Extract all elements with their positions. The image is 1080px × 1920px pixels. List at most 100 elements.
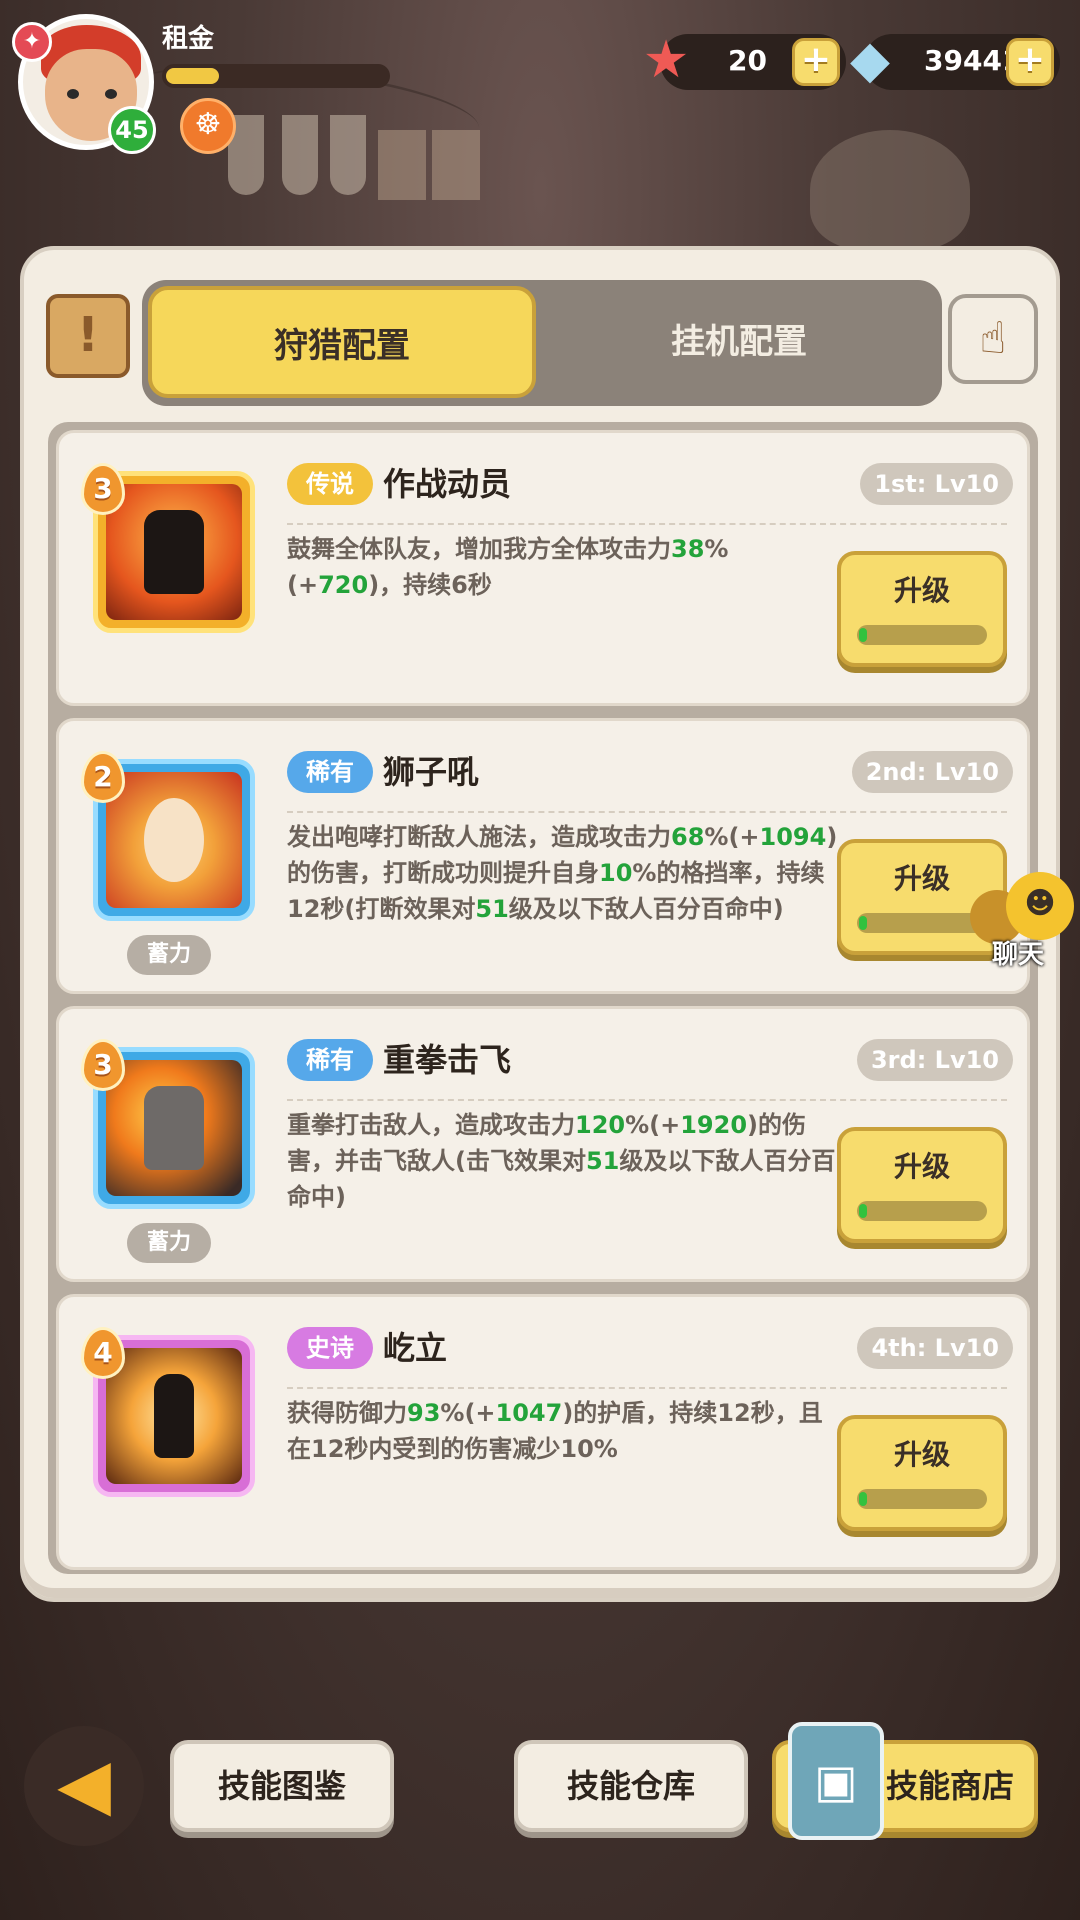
avatar-eye: [67, 89, 79, 99]
xp-bar: [162, 64, 390, 88]
buff-status-icon[interactable]: ☸: [180, 98, 236, 154]
player-name: 租金: [162, 24, 215, 54]
tap-guide-icon[interactable]: ☝: [948, 294, 1038, 384]
desc-text: 重拳打击敌人，造成攻击力: [287, 1111, 575, 1139]
divider: [287, 811, 1007, 813]
upgrade-progress-bar: [857, 625, 987, 645]
skill-name: 重拳击飞: [383, 1041, 512, 1079]
desc-value: 1047: [495, 1399, 563, 1427]
skill-card[interactable]: 3 蓄力 稀有 重拳击飞 3rd: Lv10 重拳打击敌人，造成攻击力120%(…: [56, 1006, 1030, 1282]
skill-description: 鼓舞全体队友，增加我方全体攻击力38%(+720)，持续6秒: [287, 531, 841, 603]
rarity-badge: 史诗: [287, 1327, 373, 1369]
config-tabs: 狩猎配置 挂机配置: [142, 280, 942, 406]
skill-figure: [144, 798, 204, 882]
charge-tag: 蓄力: [127, 1223, 211, 1263]
skill-name: 作战动员: [383, 465, 512, 503]
divider: [287, 523, 1007, 525]
upgrade-progress-fill: [859, 1204, 867, 1218]
skill-codex-button[interactable]: 技能图鉴: [170, 1740, 394, 1832]
starfish-icon: ★: [642, 30, 690, 90]
rarity-badge: 稀有: [287, 751, 373, 793]
tab-hunt-config[interactable]: 狩猎配置: [148, 286, 536, 398]
skill-name: 狮子吼: [383, 753, 480, 791]
skill-description: 获得防御力93%(+1047)的护盾，持续12秒，且在12秒内受到的伤害减少10…: [287, 1395, 841, 1467]
charge-tag: 蓄力: [127, 935, 211, 975]
skill-art-heavy-punch: [106, 1060, 242, 1196]
skill-art-stand-firm: [106, 1348, 242, 1484]
desc-value: 51: [475, 895, 509, 923]
slot-level-tag: 1st: Lv10: [860, 463, 1013, 505]
notification-pin-icon: ✦: [12, 22, 52, 62]
rarity-badge: 稀有: [287, 1039, 373, 1081]
skill-art-lion-roar: [106, 772, 242, 908]
desc-text: )，持续6秒: [368, 571, 492, 599]
desc-value: 120: [575, 1111, 626, 1139]
add-shell-gem-button[interactable]: +: [1006, 38, 1054, 86]
rarity-badge: 传说: [287, 463, 373, 505]
chat-label: 聊天: [992, 940, 1045, 970]
desc-value: 720: [318, 571, 369, 599]
desc-text: 鼓舞全体队友，增加我方全体攻击力: [287, 535, 671, 563]
skill-card[interactable]: 4 史诗 屹立 4th: Lv10 获得防御力93%(+1047)的护盾，持续1…: [56, 1294, 1030, 1570]
currency-starfish: ★ 20 +: [643, 30, 846, 90]
skill-storage-button[interactable]: 技能仓库: [514, 1740, 748, 1832]
currency-shell-gem: ◆ 39441 +: [850, 30, 1060, 90]
divider: [287, 1099, 1007, 1101]
xp-bar-fill: [166, 68, 219, 84]
desc-text: 发出咆哮打断敌人施法，造成攻击力: [287, 823, 671, 851]
shell-gem-icon: ◆: [850, 30, 890, 90]
upgrade-label: 升级: [893, 1150, 950, 1183]
skill-config-panel: ! 狩猎配置 挂机配置 ☝ 3 传说 作战动员 1st: Lv10 鼓舞全体队友…: [20, 246, 1060, 1602]
upgrade-progress-fill: [859, 628, 867, 642]
upgrade-button[interactable]: 升级: [837, 1127, 1007, 1243]
background-cloth: [432, 130, 480, 200]
slot-level-tag: 4th: Lv10: [857, 1327, 1013, 1369]
back-arrow-button[interactable]: ◀: [24, 1726, 144, 1846]
upgrade-label: 升级: [893, 574, 950, 607]
desc-text: %(+: [704, 823, 760, 851]
upgrade-button[interactable]: 升级: [837, 1415, 1007, 1531]
upgrade-progress-bar: [857, 1201, 987, 1221]
skill-description: 重拳打击敌人，造成攻击力120%(+1920)的伤害，并击飞敌人(击飞效果对51…: [287, 1107, 841, 1215]
chat-button[interactable]: ☻ 聊天: [970, 870, 1080, 970]
skill-figure: [144, 510, 204, 594]
skill-name: 屹立: [383, 1329, 448, 1367]
desc-value: 10: [599, 859, 633, 887]
skill-shop-icon: ▣: [788, 1722, 884, 1840]
desc-text: 级及以下敌人百分百命中): [508, 895, 784, 923]
desc-value: 38: [671, 535, 705, 563]
upgrade-progress-fill: [859, 1492, 867, 1506]
skill-card[interactable]: 2 蓄力 稀有 狮子吼 2nd: Lv10 发出咆哮打断敌人施法，造成攻击力68…: [56, 718, 1030, 994]
background-skull: [810, 130, 970, 250]
chat-smile-icon: ☻: [1006, 872, 1074, 940]
desc-value: 1094: [759, 823, 827, 851]
background-tooth: [282, 115, 318, 195]
upgrade-progress-bar: [857, 913, 987, 933]
background-tooth: [330, 115, 366, 195]
background-cloth: [378, 130, 426, 200]
starfish-count: 20: [728, 44, 767, 77]
skill-art-rally: [106, 484, 242, 620]
upgrade-button[interactable]: 升级: [837, 551, 1007, 667]
skill-figure: [154, 1374, 194, 1458]
desc-value: 1920: [680, 1111, 748, 1139]
upgrade-label: 升级: [893, 1438, 950, 1471]
tab-idle-config[interactable]: 挂机配置: [542, 286, 936, 398]
avatar-eye: [105, 89, 117, 99]
scroll-notice-icon[interactable]: !: [46, 294, 130, 378]
slot-level-tag: 2nd: Lv10: [851, 751, 1013, 793]
skill-list: 3 传说 作战动员 1st: Lv10 鼓舞全体队友，增加我方全体攻击力38%(…: [48, 422, 1038, 1574]
player-level-badge: 45: [108, 106, 156, 154]
add-starfish-button[interactable]: +: [792, 38, 840, 86]
desc-text: %(+: [625, 1111, 681, 1139]
skill-card[interactable]: 3 传说 作战动员 1st: Lv10 鼓舞全体队友，增加我方全体攻击力38%(…: [56, 430, 1030, 706]
skill-description: 发出咆哮打断敌人施法，造成攻击力68%(+1094)的伤害，打断成功则提升自身1…: [287, 819, 841, 927]
upgrade-progress-bar: [857, 1489, 987, 1509]
desc-text: 获得防御力: [287, 1399, 407, 1427]
upgrade-progress-fill: [859, 916, 867, 930]
slot-level-tag: 3rd: Lv10: [856, 1039, 1013, 1081]
skill-figure: [144, 1086, 204, 1170]
desc-value: 51: [585, 1147, 620, 1175]
desc-value: 93: [407, 1399, 441, 1427]
desc-value: 68: [671, 823, 705, 851]
